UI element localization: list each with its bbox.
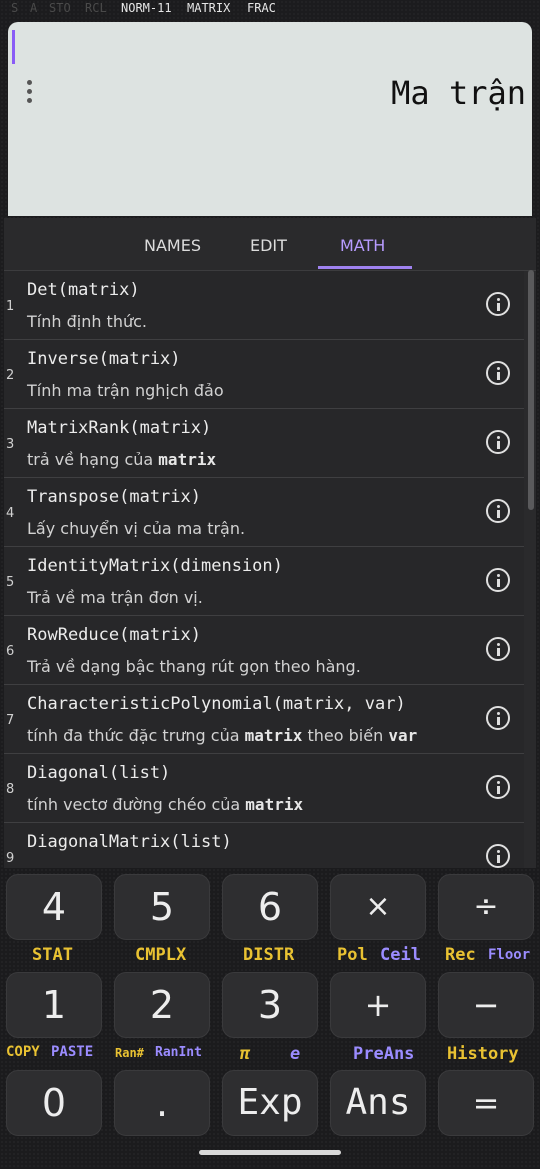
function-description: Lấy chuyển vị của ma trận.	[27, 519, 246, 538]
status-frac: FRAC	[247, 1, 276, 15]
text-cursor	[12, 30, 15, 64]
list-item[interactable]: 1 Det(matrix) Tính định thức.	[4, 271, 524, 340]
function-signature: MatrixRank(matrix)	[27, 418, 212, 438]
label-ranint: RanInt	[155, 1045, 202, 1060]
key-exp[interactable]: Exp	[222, 1070, 318, 1136]
list-item[interactable]: 2 Inverse(matrix) Tính ma trận nghịch đả…	[4, 340, 524, 409]
item-number: 5	[6, 575, 15, 590]
item-number: 1	[6, 299, 15, 314]
label-history: History	[447, 1044, 519, 1064]
item-number: 9	[6, 851, 15, 866]
key-3[interactable]: 3	[222, 972, 318, 1038]
label-pol: Pol	[337, 945, 368, 965]
key-6[interactable]: 6	[222, 874, 318, 940]
function-description: tính đa thức đặc trưng của matrix theo b…	[27, 726, 418, 745]
list-scrollbar[interactable]	[528, 270, 534, 510]
function-signature: Transpose(matrix)	[27, 487, 201, 507]
function-description: Tính định thức.	[27, 312, 147, 331]
key-multiply[interactable]: ×	[330, 874, 426, 940]
key-decimal[interactable]: .	[114, 1070, 210, 1136]
info-icon[interactable]	[486, 706, 510, 730]
item-number: 7	[6, 713, 15, 728]
function-signature: DiagonalMatrix(list)	[27, 832, 232, 852]
label-floor: Floor	[488, 947, 531, 963]
function-description: Trả về ma trận đơn vị.	[27, 588, 203, 607]
tab-names[interactable]: NAMES	[144, 236, 201, 255]
info-icon[interactable]	[486, 292, 510, 316]
function-signature: Inverse(matrix)	[27, 349, 181, 369]
label-e: e	[290, 1044, 301, 1064]
status-shift: S	[11, 1, 19, 15]
list-item[interactable]: 9 DiagonalMatrix(list)	[4, 823, 524, 868]
info-icon[interactable]	[486, 775, 510, 799]
label-stat: STAT	[32, 945, 73, 965]
label-copy: COPY	[6, 1044, 40, 1060]
tab-edit[interactable]: EDIT	[250, 236, 287, 255]
status-sto: STO	[49, 1, 71, 15]
key-4[interactable]: 4	[6, 874, 102, 940]
label-pi: π	[240, 1044, 251, 1064]
item-number: 8	[6, 782, 15, 797]
function-description: tính vectơ đường chéo của matrix	[27, 795, 304, 814]
key-0[interactable]: 0	[6, 1070, 102, 1136]
list-item[interactable]: 7 CharacteristicPolynomial(matrix, var) …	[4, 685, 524, 754]
label-preans: PreAns	[353, 1044, 415, 1064]
more-vert-icon[interactable]	[27, 80, 33, 108]
key-divide[interactable]: ÷	[438, 874, 534, 940]
home-indicator[interactable]	[199, 1150, 341, 1155]
info-icon[interactable]	[486, 637, 510, 661]
label-cmplx: CMPLX	[135, 945, 187, 965]
label-ran: Ran#	[115, 1046, 144, 1060]
list-item[interactable]: 5 IdentityMatrix(dimension) Trả về ma tr…	[4, 547, 524, 616]
label-rec: Rec	[445, 945, 476, 965]
info-icon[interactable]	[486, 844, 510, 868]
function-signature: Det(matrix)	[27, 280, 140, 300]
calculator-display[interactable]: Ma trận	[8, 22, 532, 216]
function-signature: IdentityMatrix(dimension)	[27, 556, 283, 576]
function-description: trả về hạng của matrix	[27, 450, 217, 469]
tab-indicator	[318, 266, 412, 269]
key-plus[interactable]: +	[330, 972, 426, 1038]
list-item[interactable]: 3 MatrixRank(matrix) trả về hạng của mat…	[4, 409, 524, 478]
label-paste: PASTE	[51, 1044, 94, 1060]
label-ceil: Ceil	[380, 945, 421, 965]
list-item[interactable]: 6 RowReduce(matrix) Trả về dạng bậc than…	[4, 616, 524, 685]
status-rcl: RCL	[85, 1, 107, 15]
function-list[interactable]: 1 Det(matrix) Tính định thức. 2 Inverse(…	[4, 271, 524, 868]
item-number: 6	[6, 644, 15, 659]
info-icon[interactable]	[486, 568, 510, 592]
info-icon[interactable]	[486, 499, 510, 523]
status-bar: S A STO RCL NORM-11 MATRIX FRAC	[0, 0, 540, 18]
function-panel: NAMES EDIT MATH 1 Det(matrix) Tính định …	[4, 218, 536, 868]
expression-text: Ma trận	[391, 74, 526, 112]
key-equals[interactable]: =	[438, 1070, 534, 1136]
key-ans[interactable]: Ans	[330, 1070, 426, 1136]
status-matrix: MATRIX	[187, 1, 231, 15]
function-signature: Diagonal(list)	[27, 763, 171, 783]
list-item[interactable]: 8 Diagonal(list) tính vectơ đường chéo c…	[4, 754, 524, 823]
function-description: Trả về dạng bậc thang rút gọn theo hàng.	[27, 657, 361, 676]
item-number: 3	[6, 437, 15, 452]
tab-math[interactable]: MATH	[340, 236, 385, 255]
info-icon[interactable]	[486, 430, 510, 454]
status-mode: NORM-11	[121, 1, 172, 15]
list-item[interactable]: 4 Transpose(matrix) Lấy chuyển vị của ma…	[4, 478, 524, 547]
label-distr: DISTR	[243, 945, 295, 965]
function-signature: CharacteristicPolynomial(matrix, var)	[27, 694, 406, 714]
function-description: Tính ma trận nghịch đảo	[27, 381, 224, 400]
key-2[interactable]: 2	[114, 972, 210, 1038]
item-number: 4	[6, 506, 15, 521]
key-5[interactable]: 5	[114, 874, 210, 940]
status-alpha: A	[30, 1, 38, 15]
key-1[interactable]: 1	[6, 972, 102, 1038]
item-number: 2	[6, 368, 15, 383]
key-minus[interactable]: −	[438, 972, 534, 1038]
function-signature: RowReduce(matrix)	[27, 625, 201, 645]
info-icon[interactable]	[486, 361, 510, 385]
tab-bar: NAMES EDIT MATH	[4, 218, 536, 271]
keypad: 4 5 6 × ÷ STAT CMPLX DISTR Pol Ceil Rec …	[0, 868, 540, 1169]
